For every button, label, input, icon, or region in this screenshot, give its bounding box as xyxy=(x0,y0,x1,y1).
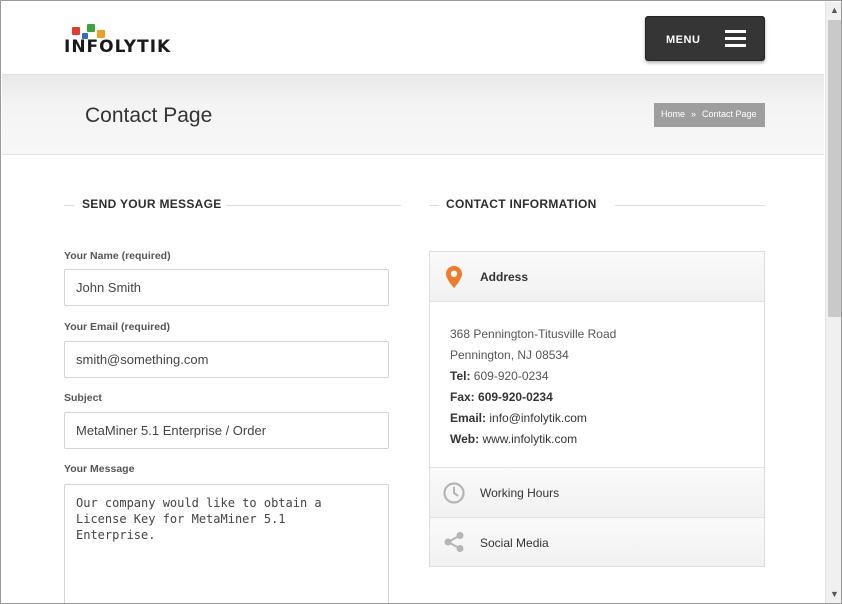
address-header[interactable]: Address xyxy=(430,252,764,302)
breadcrumb: Home » Contact Page xyxy=(654,103,765,127)
fax-label: Fax: xyxy=(450,390,475,404)
logo-cube-red xyxy=(72,27,80,35)
scroll-up-icon[interactable]: ▲ xyxy=(826,2,841,19)
page-title-band: Contact Page Home » Contact Page xyxy=(2,75,824,155)
contact-heading-rule-left xyxy=(429,205,439,206)
scroll-down-icon[interactable]: ▼ xyxy=(826,586,841,603)
contact-heading-rule-right xyxy=(615,205,765,206)
logo-cube-green xyxy=(87,24,95,32)
subject-label: Subject xyxy=(64,392,102,404)
map-pin-icon xyxy=(446,266,462,288)
tel-label: Tel: xyxy=(450,369,471,383)
social-media-header[interactable]: Social Media xyxy=(430,518,764,566)
message-label: Your Message xyxy=(64,463,135,475)
send-message-heading: SEND YOUR MESSAGE xyxy=(82,197,222,211)
contact-email-link[interactable]: info@infolytik.com xyxy=(489,411,587,425)
site-logo[interactable]: INFOLYTIK xyxy=(64,24,184,57)
address-details: 368 Pennington-Titusville Road Penningto… xyxy=(430,302,764,468)
working-hours-header[interactable]: Working Hours xyxy=(430,468,764,518)
fax-value: 609-920-0234 xyxy=(478,390,553,404)
tel-row: Tel: 609-920-0234 xyxy=(450,366,744,387)
heading-rule-right xyxy=(226,205,401,206)
subject-input[interactable]: MetaMiner 5.1 Enterprise / Order xyxy=(64,412,389,449)
browser-viewport: INFOLYTIK MENU Contact Page Home» Contact… xyxy=(0,0,842,604)
site-header: INFOLYTIK MENU xyxy=(2,2,824,75)
name-input[interactable]: John Smith xyxy=(64,269,389,306)
message-textarea[interactable]: Our company would like to obtain a Licen… xyxy=(64,484,389,603)
hamburger-icon xyxy=(725,30,746,47)
contact-email-label: Email: xyxy=(450,411,487,425)
email-row: Email: info@infolytik.com xyxy=(450,408,744,429)
vertical-scrollbar[interactable]: ▲ ▼ xyxy=(825,2,841,603)
share-icon xyxy=(444,532,464,552)
scrollbar-thumb[interactable] xyxy=(828,20,841,317)
breadcrumb-current: Contact Page xyxy=(702,109,757,119)
tel-value: 609-920-0234 xyxy=(473,369,549,383)
menu-label: MENU xyxy=(666,34,701,46)
web-link[interactable]: www.infolytik.com xyxy=(482,432,577,446)
breadcrumb-separator: » xyxy=(691,109,697,119)
email-label: Your Email (required) xyxy=(64,321,170,333)
contact-info-heading: CONTACT INFORMATION xyxy=(446,197,597,211)
web-row: Web: www.infolytik.com xyxy=(450,429,744,450)
page-title: Contact Page xyxy=(85,104,213,127)
address-line-1: 368 Pennington-Titusville Road xyxy=(450,327,617,341)
address-line-2: Pennington, NJ 08534 xyxy=(450,348,569,362)
contact-info-panel: Address 368 Pennington-Titusville Road P… xyxy=(429,251,765,567)
address-title: Address xyxy=(480,270,529,284)
name-label: Your Name (required) xyxy=(64,250,171,262)
working-hours-label: Working Hours xyxy=(480,486,560,500)
logo-text: INFOLYTIK xyxy=(64,37,172,57)
fax-row: Fax: 609-920-0234 xyxy=(450,387,744,408)
heading-rule-left xyxy=(64,205,74,206)
social-media-label: Social Media xyxy=(480,536,549,550)
web-label: Web: xyxy=(450,432,480,446)
menu-button[interactable]: MENU xyxy=(645,16,765,61)
breadcrumb-home-link[interactable]: Home xyxy=(661,109,685,119)
email-input[interactable]: smith@something.com xyxy=(64,341,389,378)
clock-icon xyxy=(443,482,465,504)
